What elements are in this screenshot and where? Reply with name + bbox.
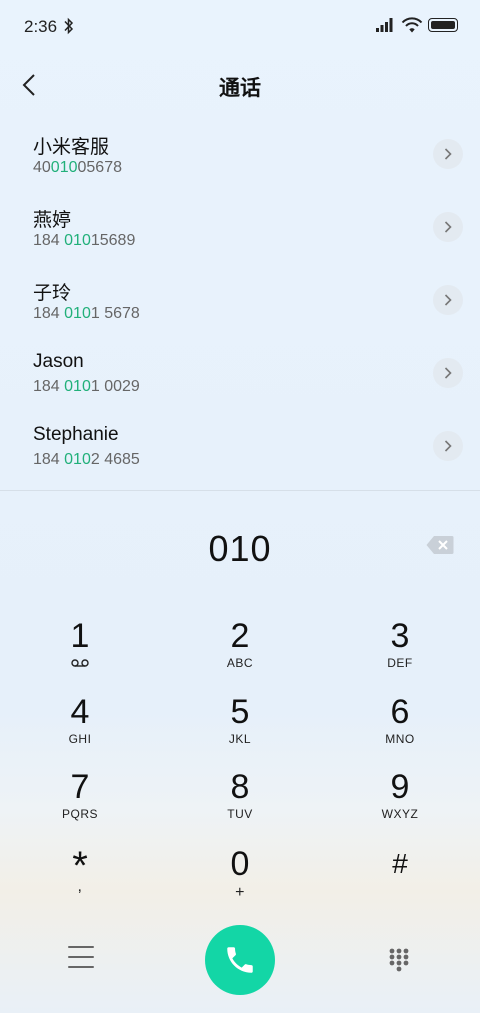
key-letters: ABC: [226, 656, 254, 670]
dialpad-icon[interactable]: [388, 947, 410, 973]
key-digit: 0: [230, 845, 250, 883]
contact-row[interactable]: 小米客服 4001005678: [0, 122, 480, 195]
key-letters: TUV: [227, 807, 253, 821]
contact-row[interactable]: Jason 184 0101 0029: [0, 341, 480, 414]
key-9[interactable]: 9 WXYZ: [330, 769, 470, 839]
backspace-icon[interactable]: [426, 535, 454, 555]
key-digit: 3: [390, 617, 410, 655]
contact-list: 小米客服 4001005678 燕婷 184 01015689 子玲 184 0…: [0, 122, 480, 490]
key-5[interactable]: 5 JKL: [170, 694, 310, 764]
key-star[interactable]: * ,: [10, 846, 150, 916]
status-bar: 2:36: [0, 0, 480, 52]
contact-detail-button[interactable]: [433, 431, 463, 461]
key-digit: 7: [70, 768, 90, 806]
signal-icon: [376, 18, 393, 32]
contact-number: 184 0102 4685: [33, 451, 140, 468]
key-letters: ,: [77, 878, 83, 895]
chevron-right-icon: [444, 148, 452, 160]
key-digit: #: [392, 848, 408, 879]
key-digit: 6: [390, 693, 410, 731]
contact-detail-button[interactable]: [433, 212, 463, 242]
key-4[interactable]: 4 GHI: [10, 694, 150, 764]
contact-detail-button[interactable]: [433, 285, 463, 315]
key-letters: JKL: [228, 732, 252, 746]
key-7[interactable]: 7 PQRS: [10, 769, 150, 839]
contact-detail-button[interactable]: [433, 358, 463, 388]
key-digit: 5: [230, 693, 250, 731]
call-button[interactable]: [205, 925, 275, 995]
contact-number: 184 0101 5678: [33, 305, 140, 322]
chevron-right-icon: [444, 440, 452, 452]
key-letters: PQRS: [61, 807, 98, 821]
voicemail-icon: [71, 659, 89, 667]
menu-icon: [68, 946, 94, 949]
key-digit: 8: [230, 768, 250, 806]
contact-name: 燕婷: [33, 210, 72, 231]
key-digit: 4: [70, 693, 90, 731]
contact-name: 小米客服: [33, 137, 110, 158]
key-2[interactable]: 2 ABC: [170, 618, 310, 688]
key-1[interactable]: 1: [10, 618, 150, 688]
chevron-right-icon: [444, 294, 452, 306]
menu-button[interactable]: [68, 946, 94, 968]
key-letters: GHI: [68, 732, 92, 746]
contact-row[interactable]: 子玲 184 0101 5678: [0, 268, 480, 341]
key-letters: MNO: [385, 732, 415, 746]
page-title: 通话: [219, 77, 261, 100]
key-digit: 9: [390, 768, 410, 806]
key-3[interactable]: 3 DEF: [330, 618, 470, 688]
chevron-right-icon: [444, 367, 452, 379]
contact-number: 4001005678: [33, 159, 122, 176]
dial-panel: 010 1 2 ABC 3 DEF 4 GHI 5 JKL 6 MNO 7 PQ…: [0, 506, 480, 1013]
phone-icon: [227, 947, 253, 973]
key-letters: +: [235, 884, 245, 901]
key-letters: DEF: [387, 656, 413, 670]
key-digit: 1: [70, 617, 90, 655]
dialed-number: 010: [208, 528, 272, 569]
contact-number: 184 0101 0029: [33, 378, 140, 395]
contact-name: 子玲: [33, 283, 72, 304]
key-6[interactable]: 6 MNO: [330, 694, 470, 764]
wifi-icon: [401, 17, 423, 33]
contact-name: Jason: [33, 351, 84, 372]
status-time: 2:36: [24, 17, 58, 36]
contact-row[interactable]: Stephanie 184 0102 4685: [0, 414, 480, 487]
bluetooth-icon: [64, 17, 74, 35]
key-digit: 2: [230, 617, 250, 655]
chevron-right-icon: [444, 221, 452, 233]
contact-detail-button[interactable]: [433, 139, 463, 169]
key-hash[interactable]: #: [330, 846, 470, 916]
contact-row[interactable]: 燕婷 184 01015689: [0, 195, 480, 268]
header: 通话: [0, 60, 480, 110]
contact-name: Stephanie: [33, 424, 119, 445]
battery-icon: [428, 18, 458, 32]
key-0[interactable]: 0 +: [170, 846, 310, 916]
contact-number: 184 01015689: [33, 232, 136, 249]
key-letters: WXYZ: [381, 807, 419, 821]
key-8[interactable]: 8 TUV: [170, 769, 310, 839]
divider: [0, 490, 480, 491]
